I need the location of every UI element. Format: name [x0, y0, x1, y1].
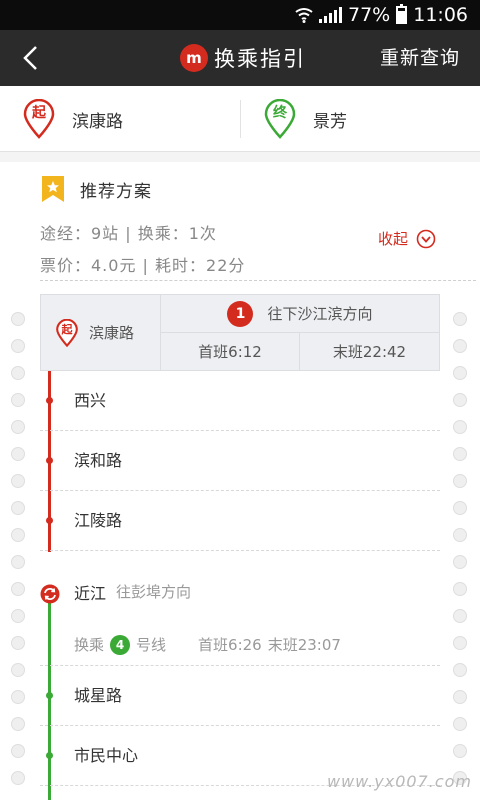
last-train: 末班22:42 [332, 343, 407, 361]
page-title: 换乘指引 [214, 47, 306, 71]
transfer-last-train: 末班23:07 [267, 636, 341, 654]
route-summary-stops: 途经：9站 | 换乘：1次 [40, 224, 217, 243]
transfer-direction: 往彭埠方向 [116, 583, 192, 601]
watermark: www.yx007.com [326, 772, 472, 791]
clock: 11:06 [413, 4, 468, 26]
ticket-holes-right [453, 312, 469, 798]
list-item: 滨和路 [40, 431, 440, 491]
direction-text: 往下沙江滨方向 [267, 305, 373, 323]
stop-dot [46, 457, 53, 464]
start-pin-icon: 起 [55, 318, 79, 347]
battery-percent: 77% [348, 4, 391, 26]
stop-name: 滨和路 [74, 451, 123, 470]
route-summary-fare: 票价：4.0元 | 耗时：22分 [40, 256, 246, 275]
battery-icon [396, 4, 408, 24]
divider [240, 100, 241, 138]
line-1-badge: 1 [227, 300, 254, 327]
start-pin-icon: 起 [22, 98, 56, 139]
app-header: m 换乘指引 重新查询 [0, 30, 480, 86]
stop-name: 城星路 [74, 686, 123, 705]
back-arrow-icon[interactable] [18, 44, 46, 72]
transfer-first-train: 首班6:26 [198, 636, 262, 654]
origin-station: 滨康路 [72, 111, 123, 132]
requery-button[interactable]: 重新查询 [380, 30, 460, 86]
transfer-station: 近江 往彭埠方向 换乘 4 号线 首班6:26 末班23:07 [40, 552, 440, 666]
transfer-icon [40, 584, 60, 604]
destination-selector[interactable]: 终 景芳 [263, 86, 347, 152]
line-direction: 1 往下沙江滨方向 [161, 295, 439, 333]
collapse-label: 收起 [377, 230, 408, 248]
origin-selector[interactable]: 起 滨康路 [22, 86, 123, 152]
destination-station: 景芳 [313, 111, 347, 132]
route-card: 推荐方案 途经：9站 | 换乘：1次 票价：4.0元 | 耗时：22分 收起 起 [0, 162, 480, 800]
boarding-station-name: 滨康路 [89, 324, 135, 342]
metro-logo-icon: m [180, 44, 208, 72]
transfer-prefix: 换乘 [74, 636, 105, 654]
header-title-group: m 换乘指引 [180, 30, 306, 86]
origin-destination-bar: 起 滨康路 终 景芳 [0, 86, 480, 152]
line-suffix: 号线 [136, 636, 167, 654]
stop-dot [46, 692, 53, 699]
recommendation-header: 推荐方案 [42, 176, 152, 202]
boarding-station: 起 滨康路 [41, 295, 161, 370]
ticket-holes-left [11, 312, 27, 798]
stop-name: 江陵路 [74, 511, 123, 530]
stop-name: 西兴 [74, 391, 107, 410]
transfer-info: 换乘 4 号线 首班6:26 末班23:07 [74, 634, 341, 655]
line-4-badge: 4 [110, 634, 131, 655]
stop-dot [46, 752, 53, 759]
list-item: 西兴 [40, 371, 440, 431]
status-bar: 77% 11:06 [0, 0, 480, 30]
list-item: 江陵路 [40, 491, 440, 551]
wifi-icon [295, 8, 313, 23]
boarding-info: 起 滨康路 1 往下沙江滨方向 首班6:12 末班22:42 [40, 294, 440, 371]
end-pin-icon: 终 [263, 98, 297, 139]
chevron-down-circle-icon [416, 229, 436, 248]
stop-dot [46, 397, 53, 404]
transfer-station-name: 近江 [74, 584, 107, 603]
stop-dot [46, 517, 53, 524]
collapse-button[interactable]: 收起 [378, 228, 436, 249]
stop-name: 市民中心 [74, 746, 139, 765]
signal-icon [319, 7, 342, 23]
divider [40, 280, 476, 281]
recommendation-title: 推荐方案 [80, 181, 152, 202]
status-icons: 77% 11:06 [295, 0, 468, 30]
bookmark-star-icon [42, 176, 64, 202]
list-item: 城星路 [40, 666, 440, 726]
first-train: 首班6:12 [161, 333, 300, 370]
